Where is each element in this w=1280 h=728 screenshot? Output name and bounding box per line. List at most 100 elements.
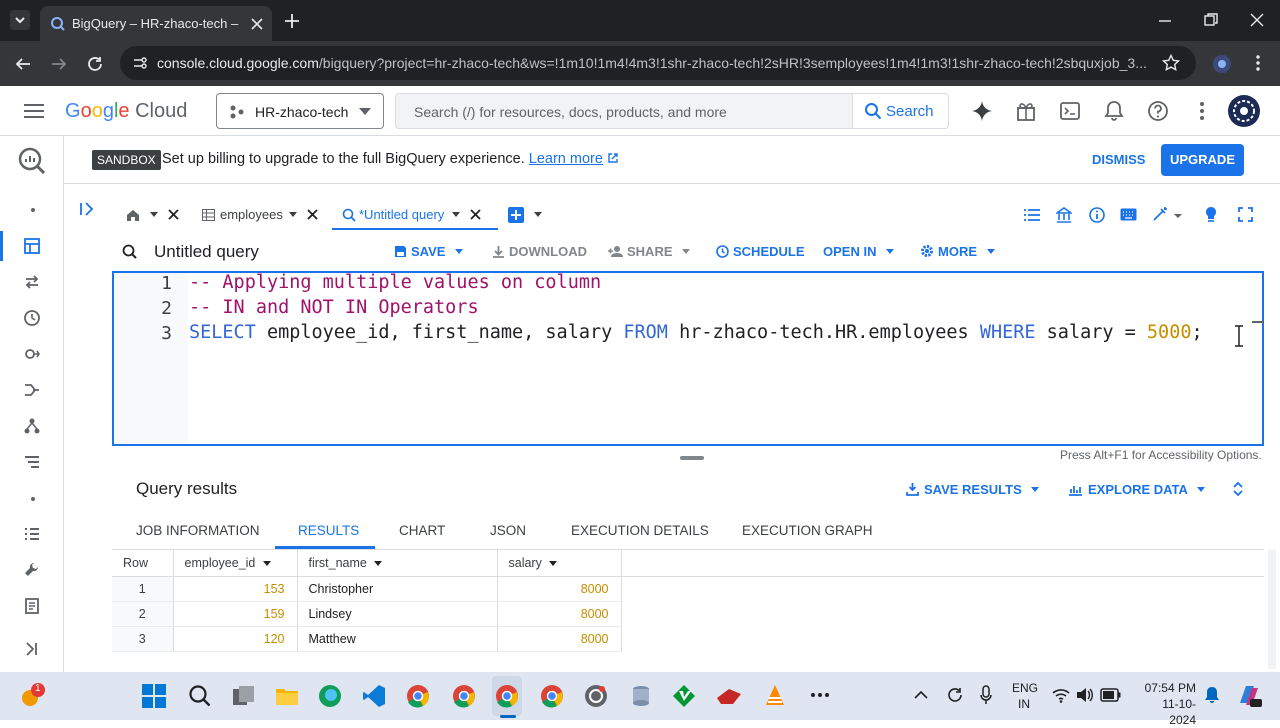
share-button[interactable]: SHARE: [608, 244, 691, 259]
show-hidden-icons-icon[interactable]: [914, 690, 928, 700]
search-bar[interactable]: Search (/) for resources, docs, products…: [395, 93, 949, 129]
tab-job-information[interactable]: JOB INFORMATION: [136, 523, 260, 538]
sync-icon[interactable]: [946, 686, 964, 704]
analytics-hub-icon[interactable]: [24, 346, 40, 362]
widgets-icon[interactable]: [18, 682, 46, 710]
close-tab-query-icon[interactable]: [470, 209, 481, 220]
column-header-first-name[interactable]: first_name: [297, 550, 498, 577]
settings-more-icon[interactable]: [1196, 101, 1208, 121]
chrome-menu-icon[interactable]: [1250, 54, 1266, 72]
lightbulb-icon[interactable]: [1204, 206, 1218, 224]
google-cloud-logo[interactable]: Google Cloud: [65, 100, 187, 123]
database-app-icon[interactable]: [629, 684, 653, 708]
tab-employees[interactable]: employees: [200, 200, 326, 230]
cell-employee-id[interactable]: 120: [173, 626, 298, 652]
site-info-icon[interactable]: [132, 55, 148, 71]
studio-icon[interactable]: [24, 238, 40, 254]
tab-results[interactable]: RESULTS: [298, 523, 359, 538]
forward-arrow-icon[interactable]: [50, 55, 68, 73]
learn-more-link[interactable]: Learn more: [529, 151, 603, 167]
new-tab-icon[interactable]: [284, 13, 300, 29]
cell-employee-id[interactable]: 159: [173, 601, 298, 627]
cell-employee-id[interactable]: 153: [173, 576, 298, 602]
minimize-icon[interactable]: [1158, 14, 1172, 28]
notification-bell-icon[interactable]: [1204, 686, 1220, 704]
sql-editor[interactable]: 1 2 3 -- Applying multiple values on col…: [112, 271, 1264, 446]
institution-icon[interactable]: [1056, 207, 1072, 223]
bookmark-star-icon[interactable]: [1162, 54, 1180, 72]
list-view-icon[interactable]: [1024, 208, 1040, 222]
edge-browser-icon[interactable]: [318, 684, 342, 708]
list-tree-icon[interactable]: [24, 454, 40, 470]
cell-salary[interactable]: 8000: [497, 626, 622, 652]
column-header-employee-id[interactable]: employee_id: [173, 550, 298, 577]
vlc-icon[interactable]: [764, 684, 786, 708]
chrome-profile-3-icon[interactable]: [540, 684, 564, 708]
column-header-salary[interactable]: salary: [497, 550, 622, 577]
microphone-icon[interactable]: [980, 685, 992, 705]
chrome-icon[interactable]: [406, 684, 430, 708]
fullscreen-icon[interactable]: [1238, 207, 1253, 222]
hamburger-menu-icon[interactable]: [24, 103, 44, 119]
open-in-button[interactable]: OPEN IN: [823, 244, 895, 259]
help-icon[interactable]: [1147, 100, 1169, 122]
close-tab-employees-icon[interactable]: [307, 209, 318, 220]
tab-search-button[interactable]: [10, 10, 30, 30]
red-app-icon[interactable]: [716, 684, 742, 708]
back-arrow-icon[interactable]: [14, 55, 32, 73]
dataflow-icon[interactable]: [24, 382, 40, 398]
more-apps-icon[interactable]: [810, 692, 830, 698]
github-desktop-icon[interactable]: [584, 684, 608, 708]
close-tab-home-icon[interactable]: [168, 209, 179, 220]
battery-icon[interactable]: [1100, 688, 1122, 702]
new-query-button[interactable]: [508, 200, 548, 230]
cell-first-name[interactable]: Lindsey: [297, 601, 498, 627]
tab-menu-caret-icon[interactable]: [150, 212, 158, 217]
cell-first-name[interactable]: Christopher: [297, 576, 498, 602]
cell-salary[interactable]: 8000: [497, 601, 622, 627]
extension-icon[interactable]: [1211, 53, 1233, 75]
tab-menu-caret-icon[interactable]: [289, 212, 297, 217]
gift-icon[interactable]: [1016, 101, 1036, 121]
close-tab-icon[interactable]: [250, 17, 264, 31]
expand-explorer-icon[interactable]: [80, 202, 96, 216]
release-notes-icon[interactable]: [24, 598, 40, 614]
chrome-active-icon[interactable]: [495, 684, 519, 708]
close-window-icon[interactable]: [1250, 13, 1264, 27]
reload-icon[interactable]: [86, 55, 104, 73]
tab-chart[interactable]: CHART: [399, 523, 445, 538]
file-explorer-icon[interactable]: [275, 684, 299, 708]
project-picker[interactable]: HR-zhaco-tech: [216, 93, 384, 129]
chrome-profile-2-icon[interactable]: [452, 684, 476, 708]
cell-first-name[interactable]: Matthew: [297, 626, 498, 652]
catalog-list-icon[interactable]: [24, 526, 40, 542]
gemini-sparkle-icon[interactable]: [971, 100, 993, 122]
clock[interactable]: 07:54 PM 11-10-2024: [1136, 680, 1196, 728]
dismiss-button[interactable]: DISMISS: [1092, 152, 1145, 167]
table-row[interactable]: 2 159 Lindsey 8000: [112, 601, 1264, 627]
column-sort-caret-icon[interactable]: [262, 560, 271, 566]
address-bar[interactable]: console.cloud.google.com/bigquery?projec…: [120, 46, 1196, 80]
expand-collapse-icon[interactable]: [1232, 481, 1244, 497]
bigquery-logo-icon[interactable]: [17, 146, 47, 176]
query-title[interactable]: Untitled query: [154, 242, 259, 262]
search-taskbar-icon[interactable]: [188, 684, 212, 708]
schedule-button[interactable]: SCHEDULE: [716, 244, 805, 259]
language-indicator[interactable]: ENG IN: [1012, 680, 1038, 712]
windows-start-icon[interactable]: [142, 684, 166, 708]
account-avatar[interactable]: [1227, 94, 1261, 128]
data-transfer-icon[interactable]: [24, 274, 40, 290]
tab-menu-caret-icon[interactable]: [452, 212, 460, 217]
format-brush-icon[interactable]: [1152, 206, 1182, 222]
wifi-icon[interactable]: [1052, 687, 1070, 703]
results-scrollbar[interactable]: [1268, 549, 1276, 669]
vscode-icon[interactable]: [362, 684, 386, 708]
browser-tab-active[interactable]: BigQuery – HR-zhaco-tech – Google Cloud …: [40, 6, 272, 41]
wrench-icon[interactable]: [24, 562, 40, 578]
save-button[interactable]: SAVE: [394, 244, 464, 259]
table-row[interactable]: 1 153 Christopher 8000: [112, 576, 1264, 602]
column-sort-caret-icon[interactable]: [374, 560, 383, 566]
save-results-button[interactable]: SAVE RESULTS: [906, 482, 1040, 497]
tab-json[interactable]: JSON: [490, 523, 526, 538]
tab-execution-details[interactable]: EXECUTION DETAILS: [571, 523, 709, 538]
